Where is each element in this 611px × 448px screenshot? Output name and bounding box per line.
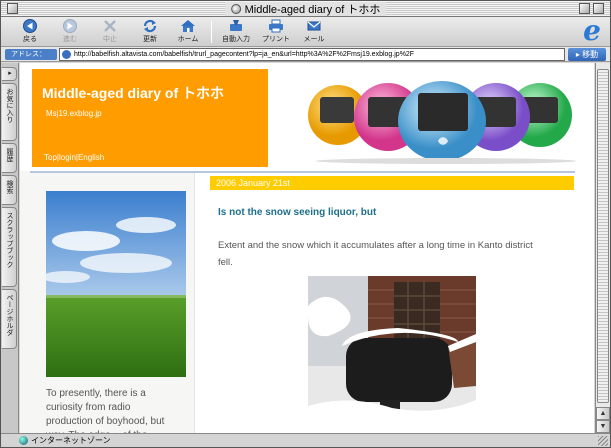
page-favicon-icon bbox=[62, 50, 71, 59]
forward-button[interactable]: 進む bbox=[55, 18, 85, 46]
stop-button[interactable]: 中止 bbox=[95, 18, 125, 46]
print-button[interactable]: プリント bbox=[261, 18, 291, 46]
window-title-wrap: Middle-aged diary of トホホ bbox=[224, 2, 387, 16]
stop-label: 中止 bbox=[103, 36, 117, 43]
ie-logo-icon: e bbox=[583, 14, 601, 47]
browser-window: Middle-aged diary of トホホ 戻る 進む 中止 更新 ホーム… bbox=[0, 0, 611, 448]
address-url: http://babelfish.altavista.com/babelfish… bbox=[74, 51, 415, 58]
toolbar-separator bbox=[211, 21, 212, 43]
home-label: ホーム bbox=[177, 36, 199, 43]
post-date-bar: 2006 January 21st bbox=[210, 176, 574, 190]
home-icon bbox=[181, 20, 195, 32]
go-button[interactable]: ▸ 移動 bbox=[568, 48, 606, 61]
address-input[interactable]: http://babelfish.altavista.com/babelfish… bbox=[59, 48, 565, 61]
resize-grip-icon[interactable] bbox=[598, 436, 608, 446]
snowy-mailbox-photo-image bbox=[308, 276, 476, 433]
tab-search-label: 検索 bbox=[6, 180, 13, 194]
zoom-box[interactable] bbox=[579, 3, 590, 14]
top-link[interactable]: Top bbox=[44, 153, 57, 162]
post-title[interactable]: Is not the snow seeing liquor, but bbox=[218, 207, 376, 218]
go-label: 移動 bbox=[582, 50, 599, 59]
blog-header: Middle-aged diary of トホホ Msj19.exblog.jp… bbox=[32, 69, 268, 167]
tab-history-label: 履歴 bbox=[6, 148, 13, 162]
autofill-label: 自動入力 bbox=[222, 36, 250, 43]
mail-envelope-icon bbox=[307, 21, 321, 31]
window-title: Middle-aged diary of トホホ bbox=[244, 4, 381, 16]
tab-scrapbook-label: スクラップブック bbox=[6, 212, 13, 268]
column-divider bbox=[194, 173, 195, 433]
status-text: インターネットゾーン bbox=[31, 436, 111, 445]
explorer-bar-tabs: ▸ お気に入り 履歴 検索 スクラップブック ページホルダ bbox=[1, 63, 19, 433]
refresh-button[interactable]: 更新 bbox=[135, 18, 165, 46]
autofill-button[interactable]: 自動入力 bbox=[221, 18, 251, 46]
refresh-label: 更新 bbox=[143, 36, 157, 43]
post-body-text: Extent and the snow which it accumulates… bbox=[218, 240, 533, 268]
header-divider bbox=[30, 171, 575, 173]
print-label: プリント bbox=[262, 36, 290, 43]
tab-favorites[interactable]: お気に入り bbox=[2, 83, 17, 141]
forward-arrow-icon bbox=[63, 19, 77, 33]
home-button[interactable]: ホーム bbox=[173, 18, 203, 46]
blog-nav-links: Top | login | English bbox=[44, 153, 104, 162]
imac-banner-image bbox=[308, 81, 576, 164]
vertical-scrollbar[interactable]: ▲ ▼ bbox=[595, 63, 610, 433]
back-label: 戻る bbox=[23, 36, 37, 43]
status-bar: インターネットゾーン bbox=[1, 433, 610, 447]
tab-page-holder-label: ページホルダ bbox=[6, 294, 13, 336]
mail-label: メール bbox=[303, 36, 325, 43]
back-button[interactable]: 戻る bbox=[15, 18, 45, 46]
address-label: アドレス： bbox=[5, 49, 57, 60]
tab-favorites-label: お気に入り bbox=[6, 88, 13, 123]
scrollbar-thumb[interactable] bbox=[597, 69, 609, 403]
title-bar[interactable]: Middle-aged diary of トホホ bbox=[1, 1, 610, 17]
collapse-box[interactable] bbox=[593, 3, 604, 14]
printer-icon bbox=[269, 19, 283, 33]
blog-title[interactable]: Middle-aged diary of トホホ bbox=[42, 83, 224, 103]
scroll-up-arrow-icon[interactable]: ▲ bbox=[596, 407, 610, 420]
tab-history[interactable]: 履歴 bbox=[2, 143, 17, 173]
refresh-icon bbox=[143, 19, 157, 33]
back-arrow-icon bbox=[23, 19, 37, 33]
forward-label: 進む bbox=[63, 36, 77, 43]
autofill-icon bbox=[230, 20, 242, 31]
explorer-toggle-tab[interactable]: ▸ bbox=[2, 67, 17, 81]
tab-scrapbook[interactable]: スクラップブック bbox=[2, 207, 17, 287]
login-link[interactable]: login bbox=[59, 153, 76, 162]
scroll-down-arrow-icon[interactable]: ▼ bbox=[596, 420, 610, 433]
page-content[interactable]: Middle-aged diary of トホホ Msj19.exblog.jp… bbox=[20, 63, 594, 433]
internet-zone-globe-icon bbox=[19, 436, 28, 445]
field-photo-image bbox=[46, 191, 186, 377]
tab-search[interactable]: 検索 bbox=[2, 175, 17, 205]
mail-button[interactable]: メール bbox=[299, 18, 329, 46]
page-icon bbox=[230, 4, 241, 14]
address-bar: アドレス： http://babelfish.altavista.com/bab… bbox=[1, 47, 610, 62]
sidebar-intro-text: To presently, there is a curiosity from … bbox=[46, 388, 165, 433]
tab-page-holder[interactable]: ページホルダ bbox=[2, 289, 17, 349]
blog-subtitle: Msj19.exblog.jp bbox=[46, 109, 102, 118]
toolbar: 戻る 進む 中止 更新 ホーム 自動入力 プリント メール e bbox=[1, 17, 610, 47]
close-box[interactable] bbox=[7, 3, 18, 14]
stop-x-icon bbox=[104, 20, 116, 32]
english-link[interactable]: English bbox=[78, 153, 104, 162]
